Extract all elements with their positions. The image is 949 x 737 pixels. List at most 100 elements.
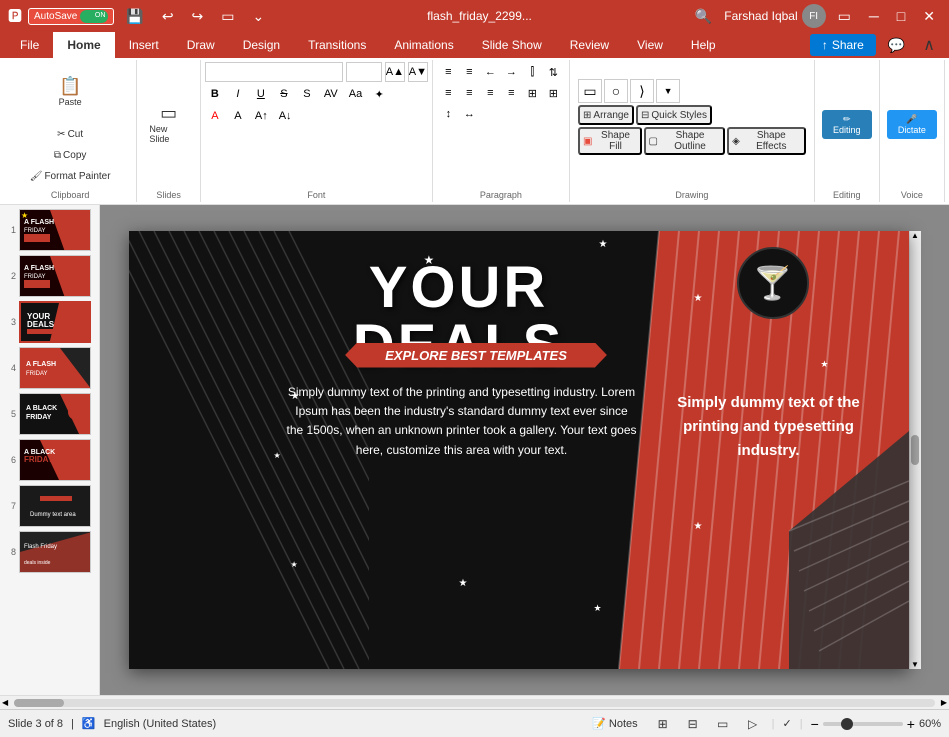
- scroll-up-button[interactable]: ▲: [911, 231, 919, 240]
- slide-thumb-4[interactable]: 4 A FLASH FRIDAY: [4, 347, 95, 389]
- slide-img-2[interactable]: A FLASH FRIDAY: [19, 255, 91, 297]
- slide-img-4[interactable]: A FLASH FRIDAY: [19, 347, 91, 389]
- dictate-button[interactable]: 🎤 Dictate: [887, 110, 937, 139]
- strikethrough-button[interactable]: S: [274, 84, 294, 104]
- line-spacing-button[interactable]: ↕: [438, 104, 458, 124]
- bullets-button[interactable]: ≡: [438, 62, 458, 82]
- search-button[interactable]: 🔍: [689, 6, 718, 27]
- slide-thumb-6[interactable]: 6 A BLACK FRIDAY: [4, 439, 95, 481]
- share-button[interactable]: ↑ Share: [810, 34, 876, 56]
- shapes-more-button[interactable]: ▼: [656, 79, 680, 103]
- shadow-button[interactable]: S: [297, 84, 317, 104]
- cut-button[interactable]: ✂ Cut: [27, 124, 114, 144]
- font-color-button[interactable]: A: [205, 106, 225, 126]
- char-spacing-button[interactable]: AV: [320, 84, 342, 104]
- align-text-button[interactable]: ⊞: [522, 83, 542, 103]
- scroll-down-button[interactable]: ▼: [911, 660, 919, 669]
- font-size-down-button[interactable]: A↓: [275, 106, 296, 126]
- zoom-percent[interactable]: 60%: [919, 718, 941, 730]
- slide-img-6[interactable]: A BLACK FRIDAY: [19, 439, 91, 481]
- quick-styles-button[interactable]: ⊟ Quick Styles: [636, 105, 712, 125]
- maximize-button[interactable]: □: [891, 6, 911, 26]
- increase-indent-button[interactable]: →: [501, 62, 521, 82]
- para-spacing-button[interactable]: ↔: [459, 104, 479, 124]
- tab-insert[interactable]: Insert: [115, 32, 173, 58]
- slide-right-text[interactable]: Simply dummy text of the printing and ty…: [659, 391, 879, 463]
- notes-button[interactable]: 📝 Notes: [586, 715, 643, 732]
- smartart-button[interactable]: ⊞: [543, 83, 563, 103]
- shape-3[interactable]: ⟩: [630, 79, 654, 103]
- tab-help[interactable]: Help: [677, 32, 730, 58]
- close-button[interactable]: ✕: [917, 6, 941, 27]
- subtitle-banner[interactable]: EXPLORE BEST TEMPLATES: [304, 341, 649, 369]
- align-right-button[interactable]: ≡: [480, 83, 500, 103]
- align-left-button[interactable]: ≡: [438, 83, 458, 103]
- paste-button[interactable]: 📋 Paste: [54, 62, 86, 122]
- slide-body[interactable]: Simply dummy text of the printing and ty…: [277, 383, 647, 460]
- tab-file[interactable]: File: [6, 32, 53, 58]
- shape-fill-button[interactable]: ▣ Shape Fill: [578, 127, 641, 155]
- slide-img-1[interactable]: ★ A FLASH FRIDAY: [19, 209, 91, 251]
- shape-outline-button[interactable]: ▢ Shape Outline: [644, 127, 726, 155]
- save-button[interactable]: 💾: [120, 6, 149, 27]
- undo-button[interactable]: ↩: [156, 6, 180, 27]
- center-button[interactable]: ≡: [459, 83, 479, 103]
- tab-view[interactable]: View: [623, 32, 677, 58]
- reading-view-button[interactable]: ▭: [712, 713, 734, 735]
- change-case-button[interactable]: Aa: [345, 84, 366, 104]
- ribbon-display-button[interactable]: ▭: [832, 6, 857, 27]
- normal-view-button[interactable]: ⊞: [652, 713, 674, 735]
- slide-img-7[interactable]: Dummy text area: [19, 485, 91, 527]
- justify-button[interactable]: ≡: [501, 83, 521, 103]
- redo-button[interactable]: ↪: [186, 6, 210, 27]
- scroll-right-button[interactable]: ▶: [939, 698, 949, 707]
- h-scroll-thumb[interactable]: [14, 699, 64, 707]
- text-direction-button[interactable]: ⇅: [543, 62, 563, 82]
- numbering-button[interactable]: ≡: [459, 62, 479, 82]
- shape-1[interactable]: ▭: [578, 79, 602, 103]
- font-name-input[interactable]: [205, 62, 343, 82]
- scroll-thumb[interactable]: [911, 435, 919, 465]
- present-button[interactable]: ▭: [215, 6, 240, 27]
- slide-img-5[interactable]: A BLACK FRIDAY: [19, 393, 91, 435]
- italic-button[interactable]: I: [228, 84, 248, 104]
- zoom-in-button[interactable]: +: [907, 716, 915, 732]
- clear-format-button[interactable]: ✦: [369, 84, 389, 104]
- slide-thumb-5[interactable]: 5 A BLACK FRIDAY: [4, 393, 95, 435]
- format-painter-button[interactable]: 🖌 Format Painter: [27, 166, 114, 186]
- slide-img-3[interactable]: YOUR DEALS: [19, 301, 91, 343]
- zoom-out-button[interactable]: −: [811, 716, 819, 732]
- tab-animations[interactable]: Animations: [380, 32, 467, 58]
- v-scrollbar[interactable]: ▲ ▼: [909, 231, 921, 669]
- slideshow-view-button[interactable]: ▷: [742, 713, 764, 735]
- editing-mode-button[interactable]: ✏ Editing: [822, 110, 872, 139]
- more-button[interactable]: ⌄: [247, 6, 271, 27]
- highlight-button[interactable]: A: [228, 106, 248, 126]
- slide-thumb-8[interactable]: 8 Flash Friday deals inside: [4, 531, 95, 573]
- autosave-toggle[interactable]: AutoSave: [28, 8, 114, 25]
- shape-2[interactable]: ○: [604, 79, 628, 103]
- slide-img-8[interactable]: Flash Friday deals inside: [19, 531, 91, 573]
- ribbon-collapse-button[interactable]: ∧: [917, 33, 941, 57]
- tab-review[interactable]: Review: [556, 32, 623, 58]
- columns-button[interactable]: ⫿: [522, 62, 542, 82]
- tab-transitions[interactable]: Transitions: [294, 32, 380, 58]
- font-decrease-button[interactable]: A▼: [408, 62, 428, 82]
- copy-button[interactable]: ⧉ Copy: [27, 145, 114, 165]
- underline-button[interactable]: U: [251, 84, 271, 104]
- slide-canvas[interactable]: 🍸 YOUR DEALS EXPLORE BEST TEMPLATES Simp…: [129, 231, 909, 669]
- h-scroll-track[interactable]: [14, 699, 935, 707]
- tab-design[interactable]: Design: [229, 32, 294, 58]
- new-slide-button[interactable]: ▭ New Slide: [145, 94, 192, 154]
- font-increase-button[interactable]: A▲: [385, 62, 405, 82]
- zoom-slider[interactable]: [823, 722, 903, 726]
- font-size-input[interactable]: 16: [346, 62, 382, 82]
- slide-thumb-1[interactable]: 1 ★ A FLASH FRIDAY: [4, 209, 95, 251]
- minimize-button[interactable]: ─: [863, 6, 885, 26]
- autosave-switch[interactable]: [80, 10, 108, 23]
- bold-button[interactable]: B: [205, 84, 225, 104]
- slide-thumb-2[interactable]: 2 A FLASH FRIDAY: [4, 255, 95, 297]
- scroll-left-button[interactable]: ◀: [0, 698, 10, 707]
- comment-button[interactable]: 💬: [882, 35, 911, 56]
- tab-home[interactable]: Home: [53, 32, 114, 58]
